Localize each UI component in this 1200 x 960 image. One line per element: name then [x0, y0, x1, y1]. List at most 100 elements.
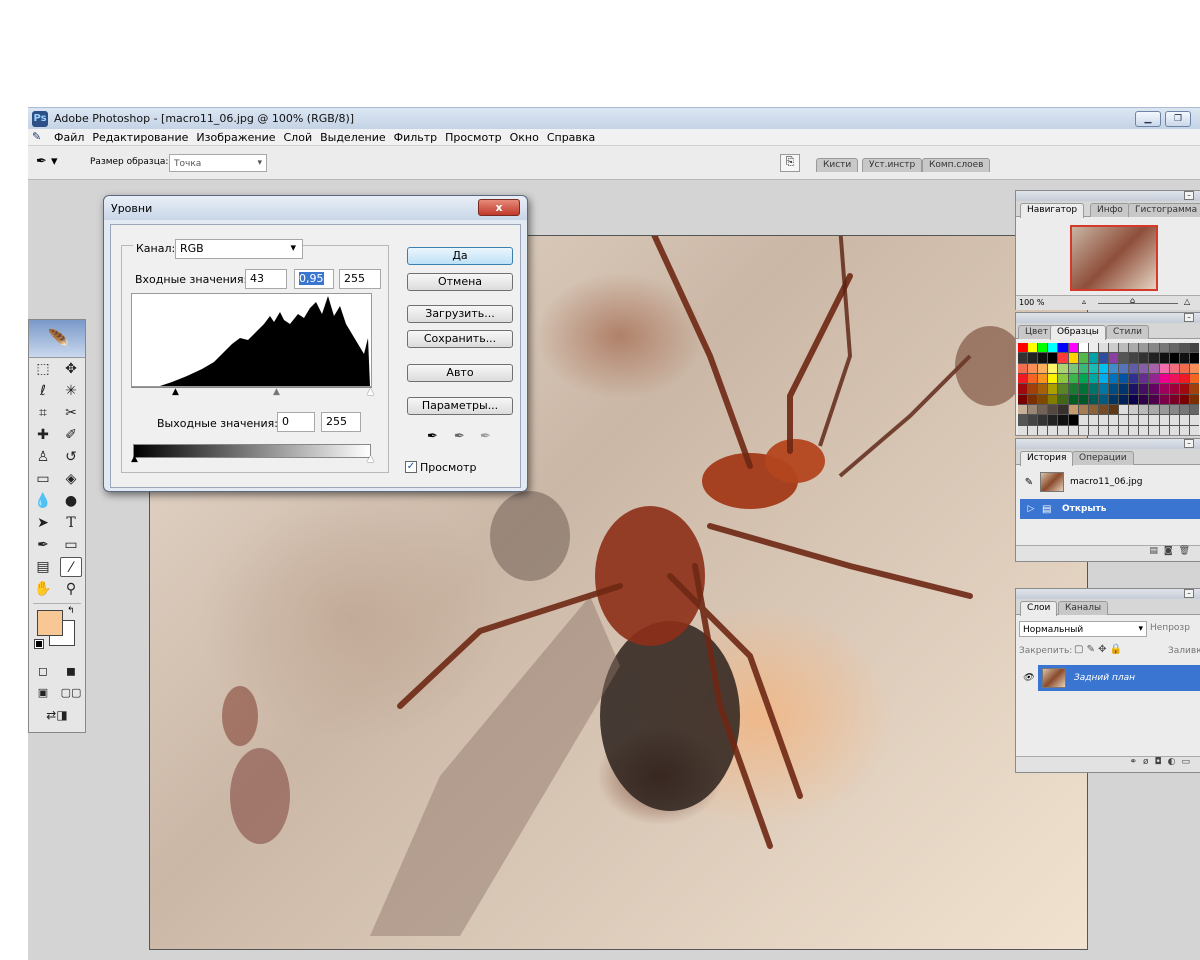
- color-swatch[interactable]: [1078, 343, 1088, 353]
- color-swatch[interactable]: [1028, 394, 1038, 404]
- color-swatch[interactable]: [1088, 363, 1098, 373]
- cancel-button[interactable]: Отмена: [407, 273, 513, 291]
- color-swatch[interactable]: [1058, 373, 1068, 384]
- color-swatch[interactable]: [1048, 425, 1058, 435]
- color-swatch[interactable]: [1018, 394, 1028, 404]
- tab-layers[interactable]: Слои: [1020, 601, 1058, 616]
- color-swatch[interactable]: [1129, 343, 1139, 353]
- history-brush-source-icon[interactable]: ✎: [1018, 477, 1040, 488]
- color-swatch[interactable]: [1119, 415, 1129, 425]
- color-swatch[interactable]: [1048, 404, 1058, 415]
- notes-icon[interactable]: ▤: [32, 557, 54, 577]
- color-swatch[interactable]: [1139, 415, 1149, 425]
- history-step[interactable]: ▷ ▤ Открыть: [1020, 499, 1200, 519]
- healing-brush-icon[interactable]: ✚: [32, 425, 54, 445]
- move-icon[interactable]: ✥: [60, 359, 82, 379]
- toolbox-header[interactable]: 🪶: [29, 320, 85, 358]
- color-swatch[interactable]: [1038, 404, 1048, 415]
- menu-select[interactable]: Выделение: [316, 131, 390, 144]
- color-swatch[interactable]: [1108, 425, 1119, 435]
- color-swatch[interactable]: [1179, 404, 1189, 415]
- trash-icon[interactable]: 🗑: [1179, 546, 1196, 556]
- options-button[interactable]: Параметры...: [407, 397, 513, 415]
- color-swatch[interactable]: [1179, 394, 1189, 404]
- output-white-field[interactable]: 255: [321, 412, 361, 432]
- color-swatch[interactable]: [1068, 373, 1078, 384]
- color-swatch[interactable]: [1028, 373, 1038, 384]
- color-swatch[interactable]: [1108, 415, 1119, 425]
- color-swatch[interactable]: [1159, 353, 1169, 363]
- color-swatch[interactable]: [1048, 363, 1058, 373]
- menu-window[interactable]: Окно: [506, 131, 543, 144]
- color-swatch[interactable]: [1068, 384, 1078, 394]
- color-swatch[interactable]: [1038, 394, 1048, 404]
- tab-brushes[interactable]: Кисти: [816, 158, 859, 172]
- color-swatch[interactable]: [1078, 384, 1088, 394]
- color-swatch[interactable]: [1068, 394, 1078, 404]
- color-swatch[interactable]: [1159, 373, 1169, 384]
- color-swatch[interactable]: [1018, 425, 1028, 435]
- zoom-slider[interactable]: [1098, 303, 1178, 304]
- color-swatch[interactable]: [1038, 384, 1048, 394]
- color-swatch[interactable]: [1028, 384, 1038, 394]
- color-swatch[interactable]: [1129, 425, 1139, 435]
- color-swatch[interactable]: [1189, 415, 1199, 425]
- color-swatch[interactable]: [1058, 394, 1068, 404]
- color-swatch[interactable]: [1108, 394, 1119, 404]
- screen-mode-full-icon[interactable]: ▢▢: [60, 683, 82, 703]
- output-black-field[interactable]: 0: [277, 412, 315, 432]
- color-swatch[interactable]: [1088, 384, 1098, 394]
- input-gamma-slider-handle[interactable]: ▲: [273, 388, 280, 397]
- menu-filter[interactable]: Фильтр: [390, 131, 442, 144]
- auto-button[interactable]: Авто: [407, 364, 513, 382]
- color-swatch[interactable]: [1018, 404, 1028, 415]
- color-swatch[interactable]: [1038, 373, 1048, 384]
- color-swatch[interactable]: [1028, 404, 1038, 415]
- zoom-level[interactable]: 100 %: [1019, 298, 1044, 307]
- pen-icon[interactable]: ✒: [32, 535, 54, 555]
- color-swatch[interactable]: [1159, 425, 1169, 435]
- color-swatch[interactable]: [1119, 394, 1129, 404]
- color-swatch[interactable]: [1028, 415, 1038, 425]
- color-swatch[interactable]: [1048, 394, 1058, 404]
- color-swatch[interactable]: [1088, 425, 1098, 435]
- color-swatch[interactable]: [1088, 415, 1098, 425]
- color-swatch[interactable]: [1068, 425, 1078, 435]
- color-swatch[interactable]: [1108, 353, 1119, 363]
- zoom-slider-handle[interactable]: ⌂: [1130, 296, 1135, 305]
- color-swatch[interactable]: [1058, 363, 1068, 373]
- restore-button[interactable]: ❐: [1165, 111, 1191, 127]
- hand-icon[interactable]: ✋: [32, 579, 54, 599]
- slice-icon[interactable]: ✂: [60, 403, 82, 423]
- color-swatch[interactable]: [1108, 404, 1119, 415]
- menu-layer[interactable]: Слой: [280, 131, 317, 144]
- default-colors-icon[interactable]: [34, 639, 44, 649]
- color-swatch[interactable]: [1098, 394, 1108, 404]
- color-swatch[interactable]: [1028, 425, 1038, 435]
- color-swatch[interactable]: [1038, 363, 1048, 373]
- tab-channels[interactable]: Каналы: [1058, 601, 1109, 615]
- color-swatch[interactable]: [1078, 353, 1088, 363]
- color-swatch[interactable]: [1068, 343, 1078, 353]
- color-swatch[interactable]: [1149, 353, 1159, 363]
- screen-mode-standard-icon[interactable]: ▣: [32, 683, 54, 703]
- color-swatch[interactable]: [1179, 415, 1189, 425]
- color-swatch[interactable]: [1189, 394, 1199, 404]
- color-swatch[interactable]: [1119, 384, 1129, 394]
- paint-bucket-icon[interactable]: ◈: [60, 469, 82, 489]
- color-swatch[interactable]: [1139, 363, 1149, 373]
- color-swatch[interactable]: [1068, 415, 1078, 425]
- color-swatch[interactable]: [1149, 404, 1159, 415]
- menu-view[interactable]: Просмотр: [441, 131, 505, 144]
- color-swatch[interactable]: [1048, 373, 1058, 384]
- color-swatch[interactable]: [1078, 363, 1088, 373]
- color-swatch[interactable]: [1159, 404, 1169, 415]
- color-swatch[interactable]: [1048, 415, 1058, 425]
- tab-tool-presets[interactable]: Уст.инстр: [862, 158, 923, 172]
- color-swatch[interactable]: [1048, 343, 1058, 353]
- adjustment-layer-icon[interactable]: ◐: [1168, 757, 1182, 767]
- color-swatch[interactable]: [1018, 343, 1028, 353]
- color-swatch[interactable]: [1048, 353, 1058, 363]
- new-document-icon[interactable]: ▤: [1149, 546, 1164, 556]
- color-swatch[interactable]: [1038, 343, 1048, 353]
